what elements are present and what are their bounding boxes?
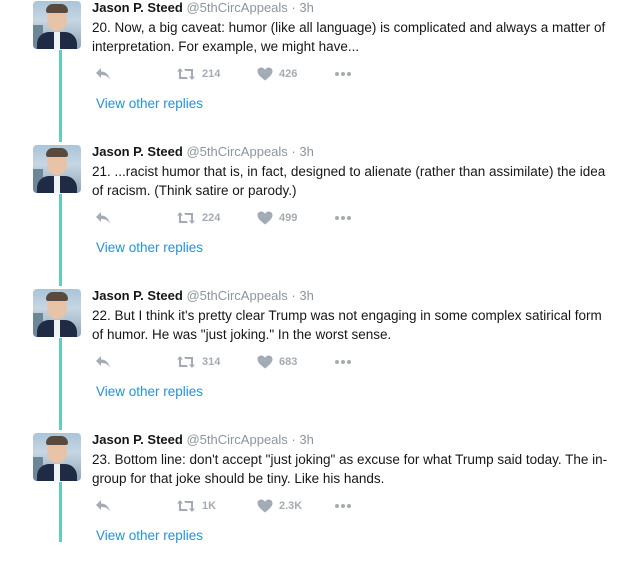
author-handle[interactable]: @5thCircAppeals bbox=[186, 288, 287, 303]
tweet[interactable]: Jason P. Steed @5thCircAppeals · 3h 21. … bbox=[0, 144, 633, 288]
reply-arrow-icon bbox=[95, 211, 111, 225]
retweet-button[interactable]: 214 bbox=[176, 67, 220, 81]
like-count: 2.3K bbox=[279, 500, 303, 512]
view-other-replies-link[interactable]: View other replies bbox=[96, 240, 203, 255]
reply-arrow-icon bbox=[95, 355, 111, 369]
reply-button[interactable] bbox=[95, 211, 111, 225]
avatar[interactable] bbox=[33, 289, 81, 337]
timestamp[interactable]: 3h bbox=[299, 432, 313, 447]
separator: · bbox=[291, 288, 296, 303]
more-dots-icon bbox=[334, 499, 352, 513]
retweet-button[interactable]: 224 bbox=[176, 211, 220, 225]
reply-button[interactable] bbox=[95, 499, 111, 513]
tweet-text: 22. But I think it's pretty clear Trump … bbox=[92, 308, 602, 342]
timestamp[interactable]: 3h bbox=[299, 288, 313, 303]
retweet-icon bbox=[176, 67, 196, 81]
more-button[interactable] bbox=[334, 67, 352, 81]
like-button[interactable]: 2.3K bbox=[257, 499, 302, 513]
like-button[interactable]: 426 bbox=[257, 67, 297, 81]
tweet-text: 20. Now, a big caveat: humor (like all l… bbox=[92, 20, 606, 54]
heart-icon bbox=[257, 67, 273, 81]
like-button[interactable]: 499 bbox=[257, 211, 297, 225]
tweet-header: Jason P. Steed @5thCircAppeals · 3h bbox=[92, 432, 314, 448]
reply-button[interactable] bbox=[95, 67, 111, 81]
tweet-text: 23. Bottom line: don't accept "just joki… bbox=[92, 452, 608, 486]
reply-button[interactable] bbox=[95, 355, 111, 369]
separator: · bbox=[291, 144, 296, 159]
retweet-button[interactable]: 1K bbox=[176, 499, 216, 513]
retweet-button[interactable]: 314 bbox=[176, 355, 220, 369]
more-dots-icon bbox=[334, 67, 352, 81]
tweet-text: 21. ...racist humor that is, in fact, de… bbox=[92, 164, 606, 198]
author-handle[interactable]: @5thCircAppeals bbox=[186, 144, 287, 159]
timestamp[interactable]: 3h bbox=[299, 144, 313, 159]
avatar[interactable] bbox=[33, 145, 81, 193]
retweet-count: 1K bbox=[202, 500, 217, 512]
heart-icon bbox=[257, 355, 273, 369]
retweet-count: 224 bbox=[202, 212, 221, 224]
more-dots-icon bbox=[334, 211, 352, 225]
more-button[interactable] bbox=[334, 499, 352, 513]
tweet[interactable]: Jason P. Steed @5thCircAppeals · 3h 22. … bbox=[0, 288, 633, 432]
tweet[interactable]: Jason P. Steed @5thCircAppeals · 3h 20. … bbox=[0, 0, 633, 144]
reply-arrow-icon bbox=[95, 499, 111, 513]
tweet-header: Jason P. Steed @5thCircAppeals · 3h bbox=[92, 0, 314, 16]
author-handle[interactable]: @5thCircAppeals bbox=[186, 0, 287, 15]
author-name[interactable]: Jason P. Steed bbox=[92, 0, 183, 15]
heart-icon bbox=[257, 499, 273, 513]
view-other-replies-link[interactable]: View other replies bbox=[96, 96, 203, 111]
tweet[interactable]: Jason P. Steed @5thCircAppeals · 3h 23. … bbox=[0, 432, 633, 576]
retweet-icon bbox=[176, 355, 196, 369]
separator: · bbox=[291, 432, 296, 447]
tweet-header: Jason P. Steed @5thCircAppeals · 3h bbox=[92, 288, 314, 304]
timestamp[interactable]: 3h bbox=[299, 0, 313, 15]
retweet-count: 314 bbox=[202, 356, 221, 368]
author-name[interactable]: Jason P. Steed bbox=[92, 432, 183, 447]
avatar[interactable] bbox=[33, 1, 81, 49]
avatar[interactable] bbox=[33, 433, 81, 481]
more-button[interactable] bbox=[334, 211, 352, 225]
like-count: 426 bbox=[279, 68, 298, 80]
retweet-icon bbox=[176, 499, 196, 513]
heart-icon bbox=[257, 211, 273, 225]
like-button[interactable]: 683 bbox=[257, 355, 297, 369]
like-count: 683 bbox=[279, 356, 298, 368]
reply-arrow-icon bbox=[95, 67, 111, 81]
tweet-header: Jason P. Steed @5thCircAppeals · 3h bbox=[92, 144, 314, 160]
more-button[interactable] bbox=[334, 355, 352, 369]
author-handle[interactable]: @5thCircAppeals bbox=[186, 432, 287, 447]
retweet-count: 214 bbox=[202, 68, 221, 80]
like-count: 499 bbox=[279, 212, 298, 224]
author-name[interactable]: Jason P. Steed bbox=[92, 288, 183, 303]
more-dots-icon bbox=[334, 355, 352, 369]
author-name[interactable]: Jason P. Steed bbox=[92, 144, 183, 159]
retweet-icon bbox=[176, 211, 196, 225]
view-other-replies-link[interactable]: View other replies bbox=[96, 384, 203, 399]
separator: · bbox=[291, 0, 296, 15]
view-other-replies-link[interactable]: View other replies bbox=[96, 528, 203, 543]
